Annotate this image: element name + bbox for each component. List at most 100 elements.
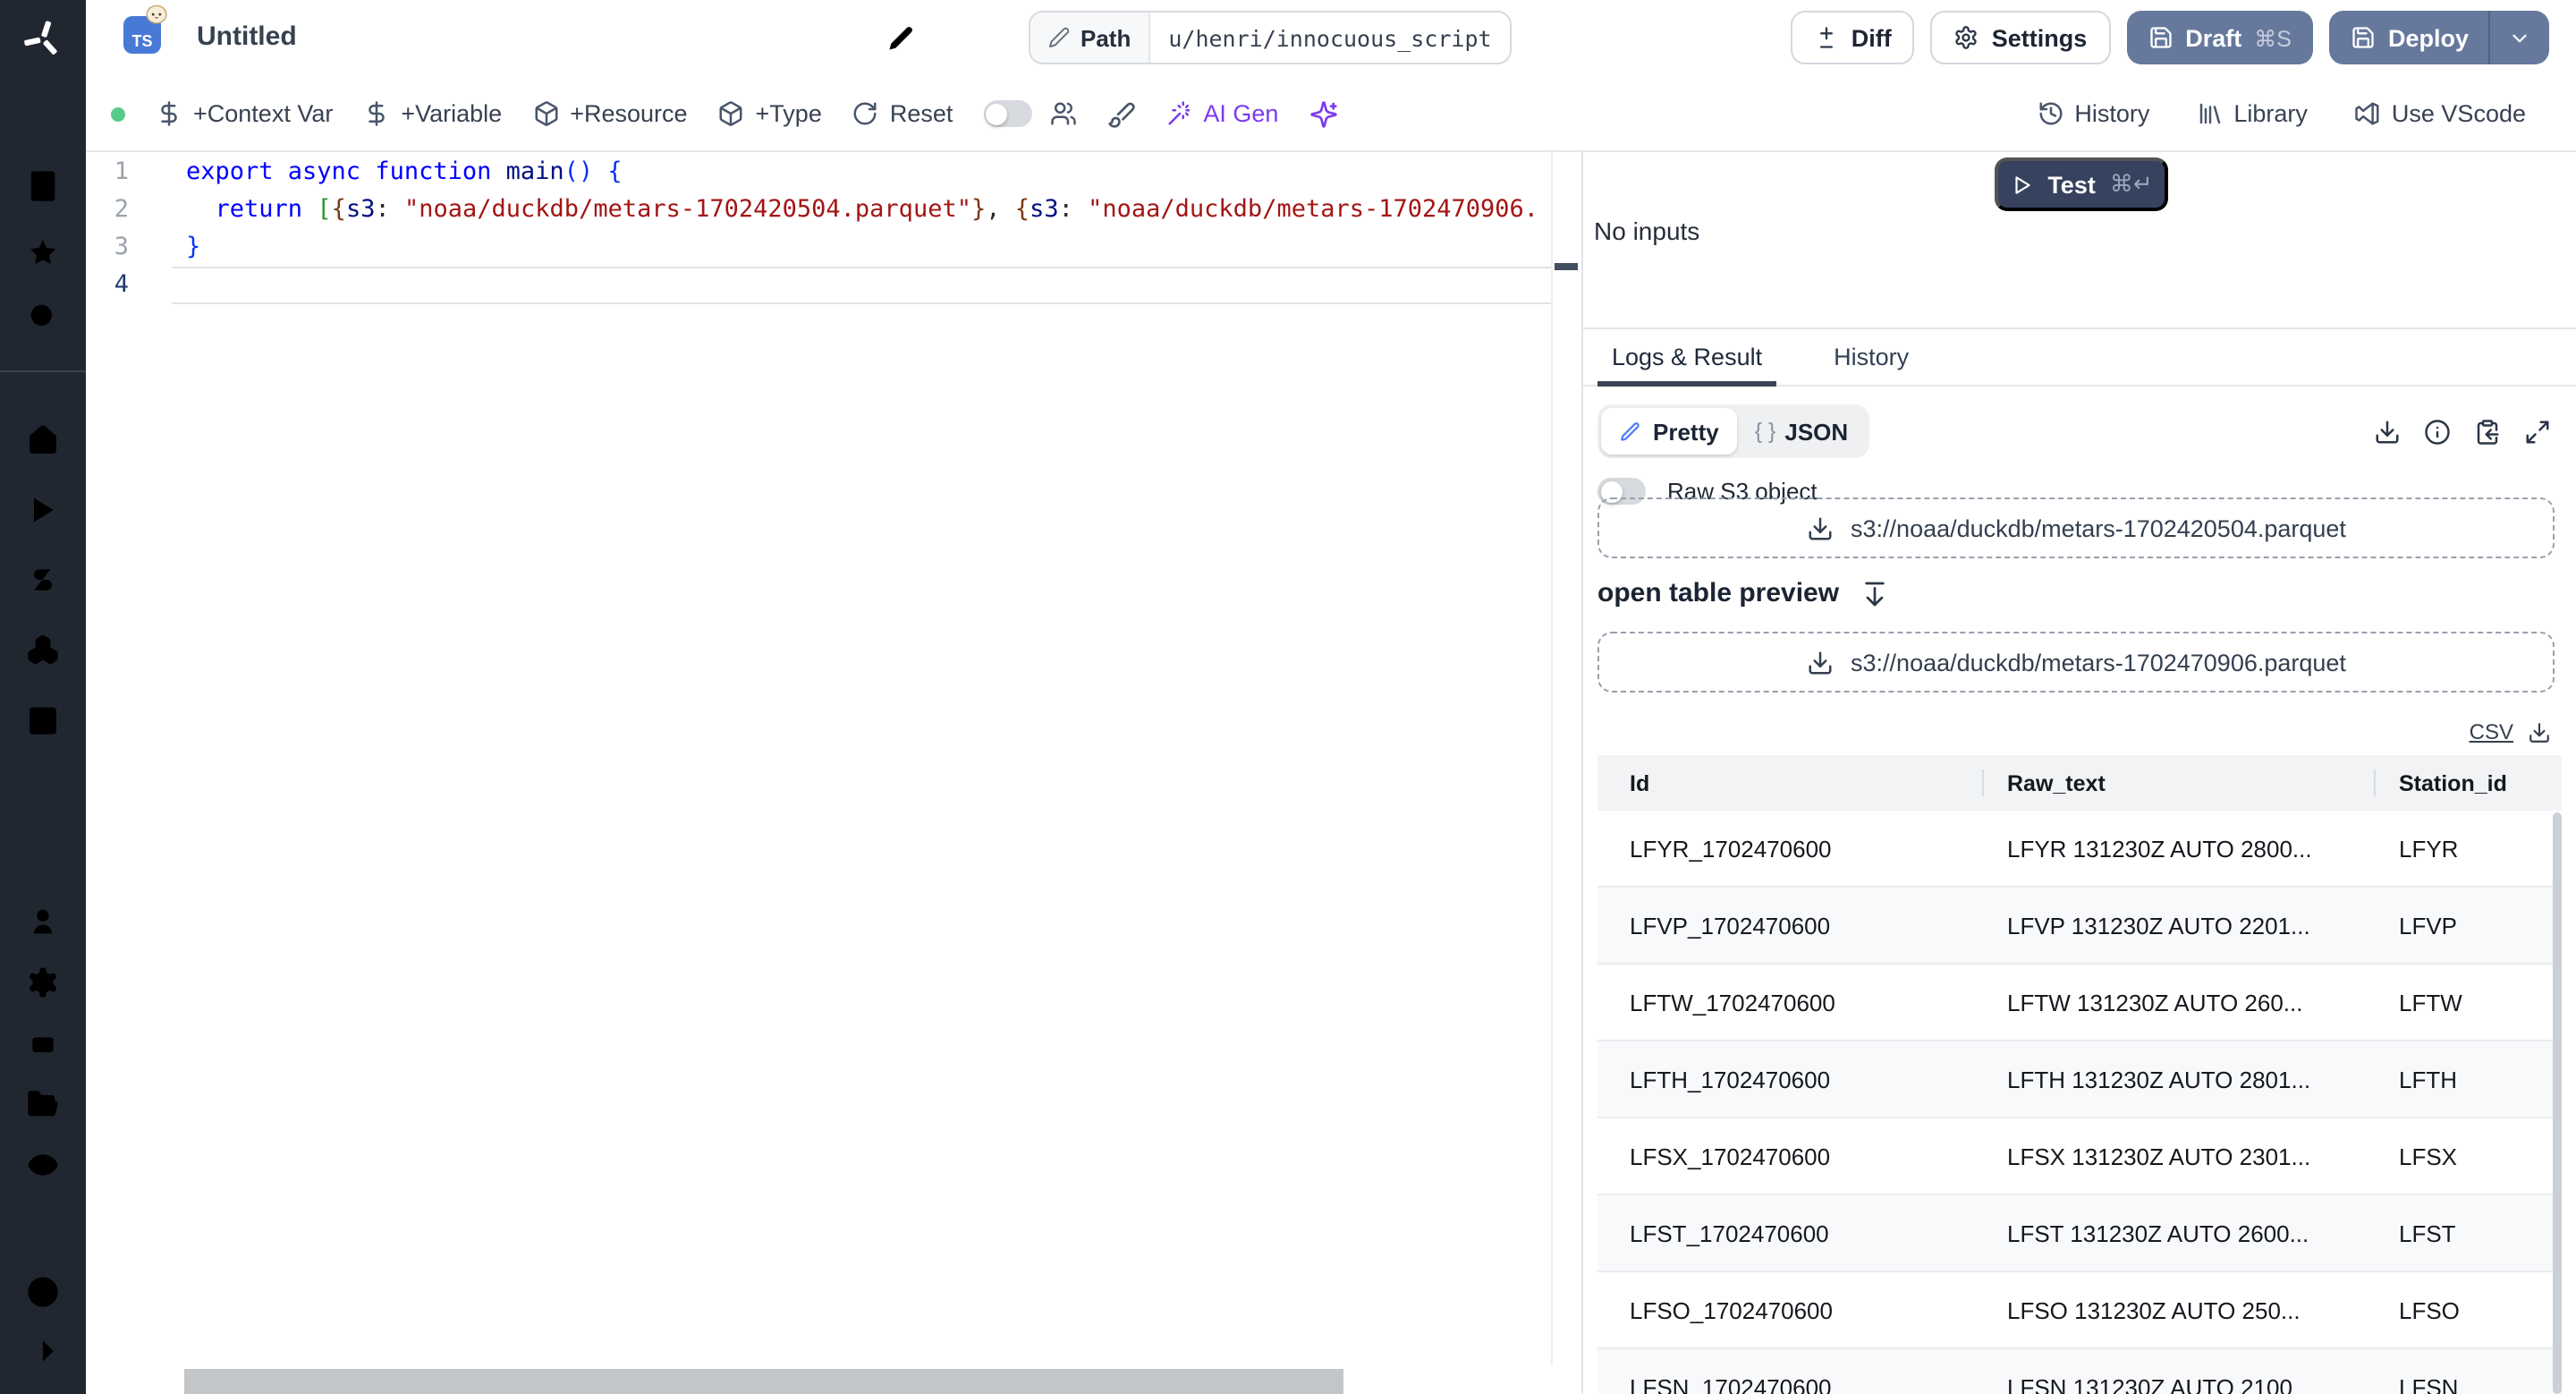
format-brush-icon[interactable] [1106,99,1135,128]
pretty-view-button[interactable]: Pretty [1601,408,1737,455]
table-cell: LFSX_1702470600 [1597,1117,1982,1194]
csv-export-row: CSV [2470,719,2551,744]
horizontal-scrollbar[interactable] [184,1369,1343,1394]
result-action-icons [2374,418,2551,445]
workers-robot-icon[interactable] [25,1025,61,1061]
windmill-logo-icon[interactable] [21,18,64,61]
csv-link[interactable]: CSV [2470,719,2513,744]
table-cell: LFVP 131230Z AUTO 2201... [1982,886,2374,964]
path-field[interactable]: Path u/henri/innocuous_script [1029,11,1512,64]
table-preview: Id Raw_text Station_id LFYR_1702470600 LFYR… [1597,755,2562,1394]
runs-play-icon[interactable] [25,492,61,528]
table-column-header: Id [1597,755,1982,811]
path-input[interactable]: u/henri/innocuous_script [1150,13,1510,63]
s3-file-download-1[interactable]: s3://noaa/duckdb/metars-1702420504.parqu… [1597,497,2555,558]
draft-button[interactable]: Draft ⌘S [2126,11,2313,64]
overview-ruler [1551,152,1553,1365]
copy-clipboard-icon[interactable] [2474,418,2501,445]
add-resource-button[interactable]: +Resource [532,100,688,127]
code-editor[interactable]: 1 2 3 4 export async function main() { retu… [86,152,1581,1394]
table-row[interactable]: LFSO_1702470600 LFSO 131230Z AUTO 250... L… [1597,1271,2562,1348]
open-table-preview-button[interactable]: open table preview [1597,578,1889,608]
settings-button[interactable]: Settings [1930,11,2111,64]
add-type-button[interactable]: +Type [718,100,822,127]
settings-gear-icon[interactable] [25,965,61,1000]
variables-dollar-icon[interactable] [25,562,61,598]
play-icon [2010,173,2033,196]
table-header-row: Id Raw_text Station_id [1597,755,2562,811]
table-row[interactable]: LFVP_1702470600 LFVP 131230Z AUTO 2201...… [1597,886,2562,964]
multiplayer-toggle[interactable] [983,100,1032,127]
toggle-knob [986,103,1008,124]
csv-download-icon[interactable] [2528,720,2551,744]
status-dot [111,106,125,121]
table-cell: LFSN_1702470600 [1597,1347,1982,1394]
table-row[interactable]: LFST_1702470600 LFST 131230Z AUTO 2600...… [1597,1194,2562,1271]
overview-ruler-cursor-marker [1555,263,1578,270]
top-header: TS Untitled Path u/henri/innocuous_scrip… [86,0,2576,77]
folders-icon[interactable] [25,1086,61,1122]
edit-summary-pencil-icon[interactable] [887,25,914,52]
history-button[interactable]: History [2037,100,2149,127]
table-row[interactable]: LFSX_1702470600 LFSX 131230Z AUTO 2301...… [1597,1117,2562,1194]
line-number: 2 [114,195,129,224]
code-line[interactable]: export async function main() { [186,154,1546,191]
test-button[interactable]: Test ⌘↵ [1995,157,2168,211]
workspace-icon[interactable] [25,168,61,204]
add-variable-button[interactable]: +Variable [363,100,502,127]
code-line[interactable] [186,267,1546,304]
ai-gen-label: AI Gen [1203,100,1279,127]
ai-gen-button[interactable]: AI Gen [1165,100,1278,127]
help-icon[interactable] [25,1274,61,1310]
tab-history[interactable]: History [1819,329,1923,385]
library-button[interactable]: Library [2196,100,2308,127]
download-icon [1806,649,1833,676]
run-panel: Test ⌘↵ No inputs Logs & Result History … [1581,152,2576,1394]
search-icon[interactable] [25,299,61,335]
user-icon[interactable] [25,904,61,939]
table-cell: LFSN [2374,1347,2562,1394]
download-result-icon[interactable] [2374,418,2401,445]
info-icon[interactable] [2424,418,2451,445]
save-icon [2148,25,2173,50]
code-line[interactable]: } [186,229,1546,267]
braces-icon: { } [1754,419,1776,444]
table-vertical-scrollbar[interactable] [2553,812,2562,1394]
draft-shortcut: ⌘S [2254,26,2292,51]
expand-fullscreen-icon[interactable] [2524,418,2551,445]
table-cell: LFVP [2374,886,2562,964]
library-label: Library [2233,100,2308,127]
s3-link-2: s3://noaa/duckdb/metars-1702470906.parqu… [1851,649,2346,676]
table-row[interactable]: LFYR_1702470600 LFYR 131230Z AUTO 2800...… [1597,811,2562,887]
code-line[interactable]: return [{s3: "noaa/duckdb/metars-1702420… [186,191,1546,229]
table-cell: LFYR 131230Z AUTO 2800... [2007,835,2312,862]
reset-button[interactable]: Reset [852,100,953,127]
deploy-dropdown[interactable] [2488,11,2549,64]
add-context-var-button[interactable]: +Context Var [156,100,333,127]
sparkles-icon[interactable] [1309,99,1337,128]
schedules-calendar-icon[interactable] [25,701,61,737]
toolbar-right: History Library Use VScode [2037,100,2576,127]
package-icon [532,100,559,127]
table-cell: LFTH_1702470600 [1597,1040,1982,1118]
home-icon[interactable] [25,422,61,458]
favorites-star-icon[interactable] [25,236,61,272]
download-icon [1806,514,1833,541]
use-vscode-button[interactable]: Use VScode [2354,100,2526,127]
resources-boxes-icon[interactable] [25,632,61,667]
audit-logs-eye-icon[interactable] [25,1147,61,1183]
table-row[interactable]: LFTH_1702470600 LFTH 131230Z AUTO 2801...… [1597,1040,2562,1118]
chevron-down-icon [2508,26,2531,49]
diff-button[interactable]: Diff [1790,11,1915,64]
s3-file-download-2[interactable]: s3://noaa/duckdb/metars-1702470906.parqu… [1597,632,2555,693]
result-content: Pretty { } JSON Raw S3 object s3://noaa/… [1583,387,2576,1394]
tab-logs-result[interactable]: Logs & Result [1597,329,1777,387]
expand-sidebar-arrow-icon[interactable] [25,1333,61,1369]
package-icon [718,100,745,127]
deploy-button[interactable]: Deploy [2328,11,2549,64]
table-row[interactable]: LFTW_1702470600 LFTW 131230Z AUTO 260... L… [1597,963,2562,1041]
multiplayer-toggle-group [983,100,1076,127]
wand-sparkles-icon [1165,100,1192,127]
json-view-button[interactable]: { } JSON [1737,418,1866,445]
table-row[interactable]: LFSN_1702470600 LFSN 131230Z AUTO 2100 LFS… [1597,1347,2562,1394]
